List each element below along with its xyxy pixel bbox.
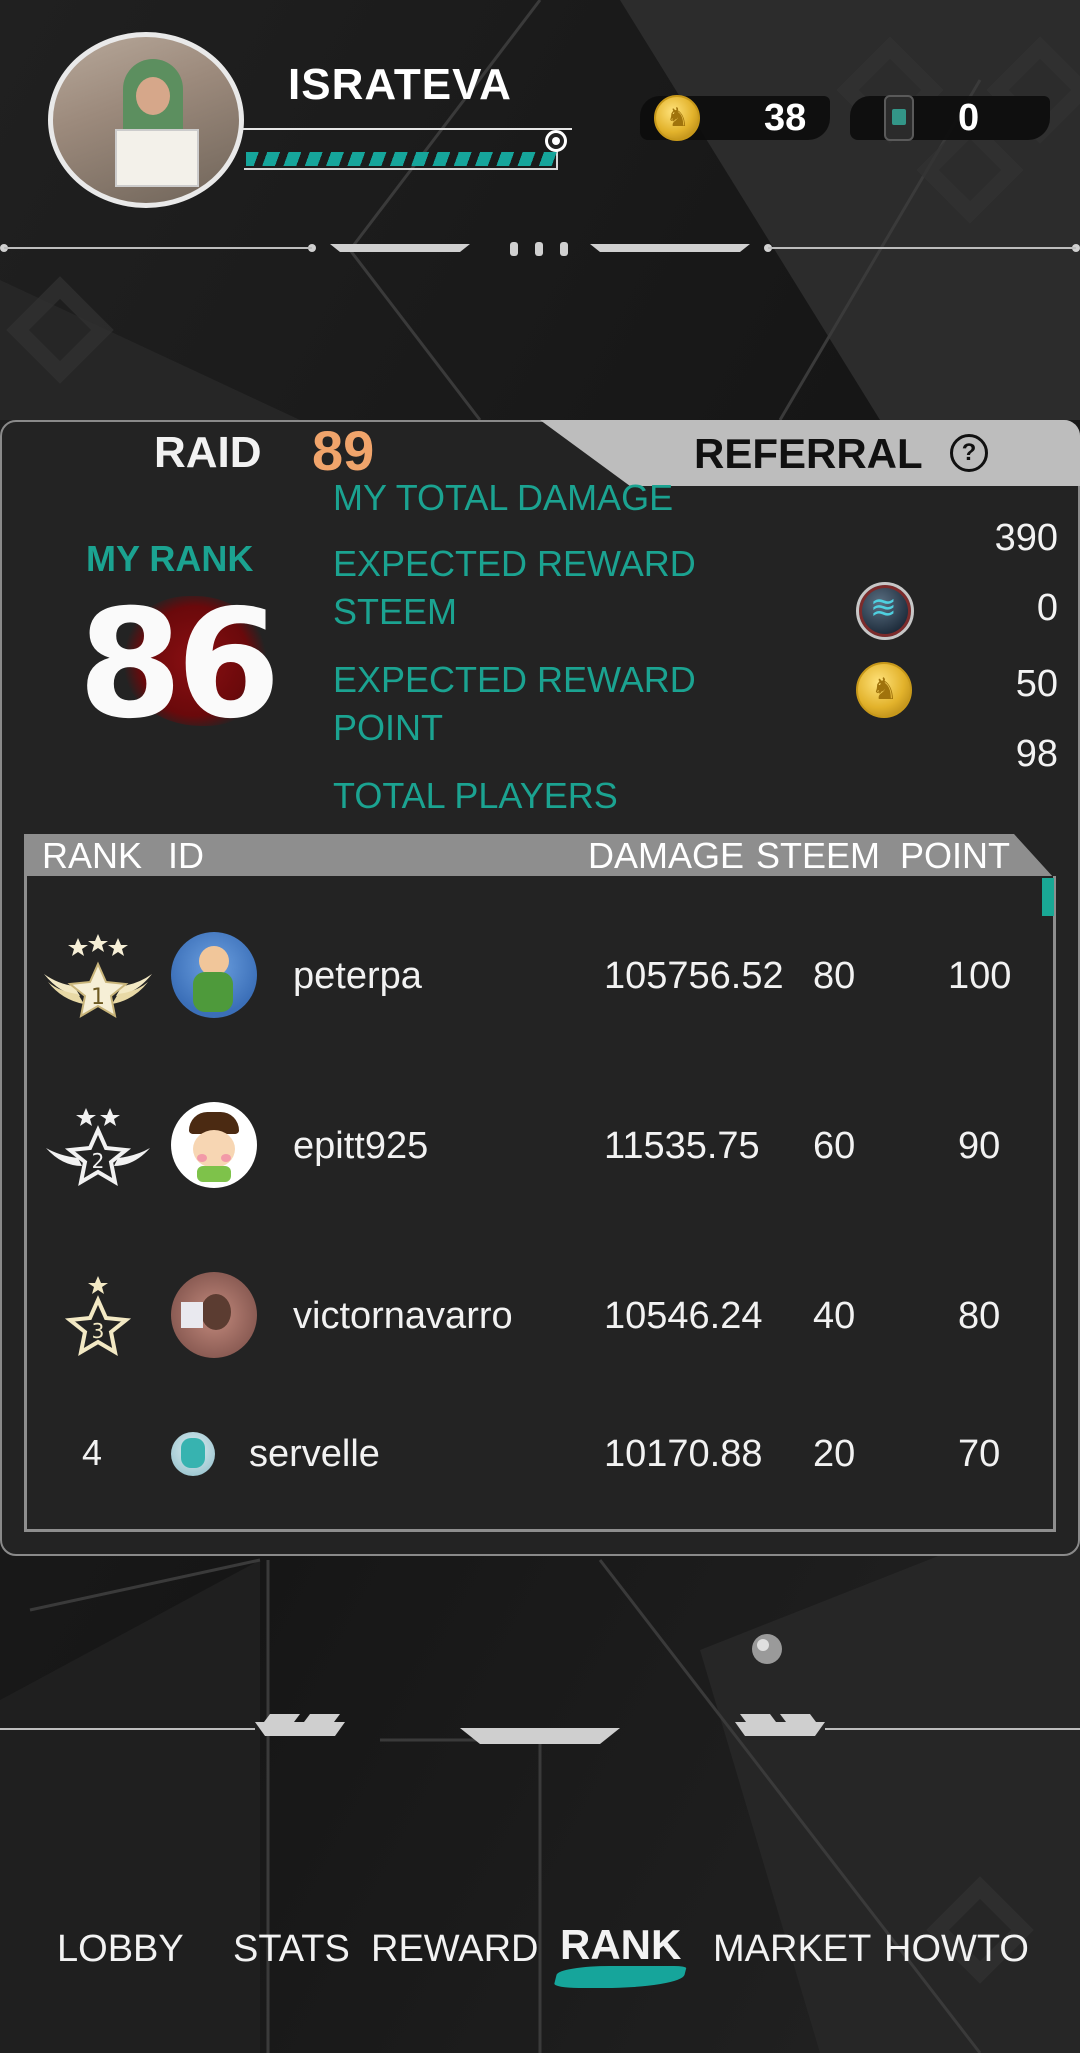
nav-lobby[interactable]: LOBBY [57, 1924, 184, 1974]
xp-bar-fill [246, 152, 559, 166]
reward-point-value: 50 [1015, 663, 1058, 705]
header-steem: STEEM [756, 835, 881, 876]
point-coin-icon [856, 662, 912, 718]
row-damage: 10546.24 [604, 1295, 763, 1337]
row-id[interactable]: peterpa [293, 954, 422, 998]
row-point: 80 [958, 1295, 1001, 1337]
row-id[interactable]: victornavarro [293, 1294, 513, 1338]
row-point: 70 [958, 1433, 1001, 1475]
rank-1-badge-icon: 1 [44, 934, 152, 1018]
username: ISRATEVA [288, 60, 512, 109]
row-point: 90 [958, 1125, 1001, 1167]
nav-reward[interactable]: REWARD [371, 1924, 538, 1974]
header-divider-left [4, 247, 312, 249]
nav-divider-left [0, 1728, 255, 1730]
xp-track [242, 128, 572, 130]
total-damage-value: 390 [994, 517, 1058, 559]
gadget-brush [850, 96, 1050, 140]
row-avatar[interactable] [171, 1102, 257, 1188]
gold-coin-counter[interactable]: 38 [640, 86, 840, 150]
xp-bar-knob [545, 130, 567, 152]
row-point: 100 [948, 955, 1012, 997]
table-row[interactable]: 3 victornavarro 10546.24 40 80 [0, 1248, 1080, 1378]
table-row[interactable]: 4 servelle 10170.88 20 70 [0, 1408, 1080, 1538]
nav-divider-right [825, 1728, 1080, 1730]
reward-steem-value: 0 [1036, 587, 1058, 629]
row-steem: 80 [813, 955, 856, 997]
reward-steem-label: EXPECTED REWARD STEEM [333, 543, 696, 632]
header-rank: RANK [42, 835, 143, 876]
row-rank: 4 [82, 1432, 103, 1473]
svg-text:2: 2 [92, 1149, 105, 1173]
header-divider-right [768, 247, 1076, 249]
tab-referral-label[interactable]: REFERRAL [694, 430, 923, 478]
total-players-label: TOTAL PLAYERS [333, 775, 618, 816]
header-id: ID [168, 835, 204, 876]
avatar-face [136, 77, 170, 115]
row-id[interactable]: servelle [249, 1432, 380, 1476]
row-damage: 10170.88 [604, 1433, 763, 1475]
header-point: POINT [900, 835, 1011, 876]
rank-2-badge-icon: 2 [46, 1108, 150, 1186]
user-avatar[interactable] [48, 32, 244, 208]
gadget-icon [884, 95, 914, 141]
rank-3-badge-icon: 3 [64, 1276, 132, 1356]
steem-icon [856, 582, 914, 640]
row-id[interactable]: epitt925 [293, 1124, 428, 1168]
header-damage: DAMAGE [588, 835, 745, 876]
gadget-counter[interactable]: 0 [850, 86, 1050, 150]
nav-market[interactable]: MARKET [713, 1924, 871, 1974]
row-steem: 20 [813, 1433, 856, 1475]
avatar-sign [115, 129, 199, 187]
gadget-value: 0 [958, 97, 980, 139]
row-avatar[interactable] [171, 1272, 257, 1358]
table-row[interactable]: 1 peterpa 105756.52 80 100 [0, 908, 1080, 1038]
gold-coin-icon [654, 95, 700, 141]
reward-point-label: EXPECTED REWARD POINT [333, 659, 696, 748]
nav-stats[interactable]: STATS [233, 1924, 350, 1974]
row-damage: 11535.75 [604, 1125, 760, 1167]
row-avatar[interactable] [171, 1432, 215, 1476]
help-icon[interactable]: ? [950, 434, 988, 472]
gold-coin-value: 38 [764, 97, 807, 139]
table-row[interactable]: 2 epitt925 11535.75 60 90 [0, 1078, 1080, 1208]
nav-rank[interactable]: RANK [560, 1920, 681, 1970]
total-damage-label: MY TOTAL DAMAGE [333, 477, 674, 518]
my-rank-value: 86 [78, 578, 281, 752]
row-damage: 105756.52 [604, 955, 784, 997]
my-rank-label: MY RANK [86, 538, 254, 579]
svg-text:1: 1 [91, 985, 105, 1010]
row-steem: 40 [813, 1295, 856, 1337]
tab-raid[interactable]: RAID [154, 428, 262, 478]
nav-howto[interactable]: HOWTO [884, 1924, 1029, 1974]
svg-text:3: 3 [92, 1319, 105, 1343]
row-steem: 60 [813, 1125, 856, 1167]
total-players-value: 98 [1015, 733, 1058, 775]
row-avatar[interactable] [171, 932, 257, 1018]
